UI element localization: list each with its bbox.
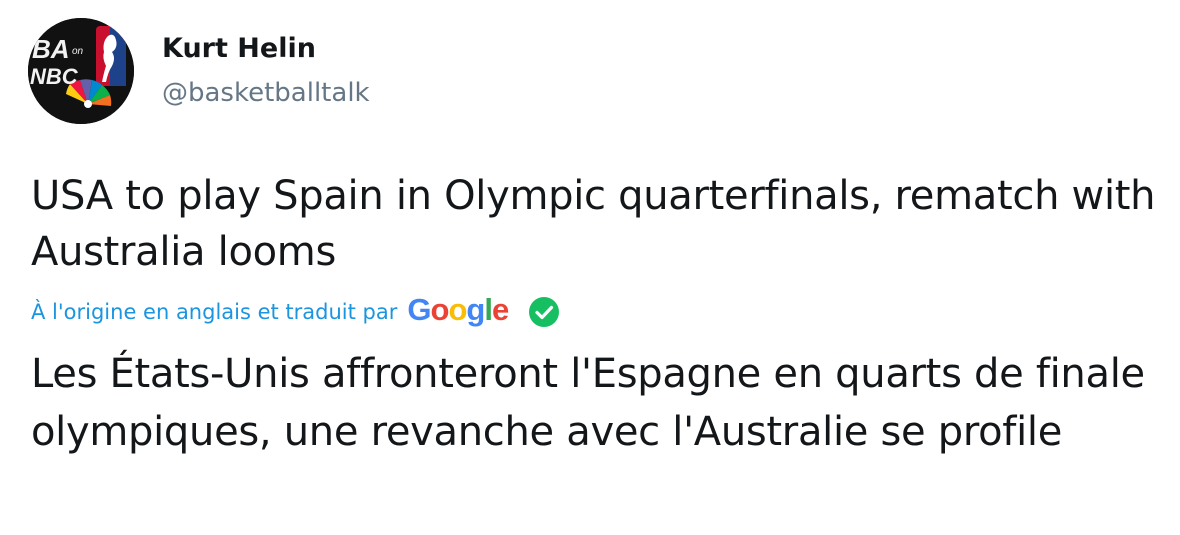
- avatar-text-on: on: [72, 46, 84, 57]
- google-letter: G: [407, 292, 431, 327]
- google-letter: o: [448, 292, 467, 327]
- google-letter: l: [484, 292, 493, 327]
- google-logo: Google: [407, 292, 509, 328]
- author-name[interactable]: Kurt Helin: [162, 33, 316, 64]
- tweet-card: BA on NBC Kurt Helin @basketballtalk USA…: [0, 0, 1180, 535]
- tweet-text: USA to play Spain in Olympic quarterfina…: [31, 173, 1156, 275]
- translation-note[interactable]: À l'origine en anglais et traduit par: [31, 300, 397, 324]
- avatar-text-bottom: NBC: [30, 64, 79, 89]
- avatar-text-top: BA: [32, 34, 70, 64]
- author-handle[interactable]: @basketballtalk: [162, 78, 370, 108]
- translation-attribution: À l'origine en anglais et traduit par Go…: [31, 292, 560, 332]
- author-avatar[interactable]: BA on NBC: [28, 18, 134, 124]
- checkmark-circle-icon: [528, 296, 560, 328]
- nba-on-nbc-logo-icon: BA on NBC: [28, 18, 134, 124]
- google-letter: g: [466, 292, 485, 327]
- google-letter: o: [430, 292, 450, 327]
- google-letter: e: [491, 292, 509, 327]
- translated-tweet-text: Les États-Unis affronteront l'Espagne en…: [31, 351, 1145, 455]
